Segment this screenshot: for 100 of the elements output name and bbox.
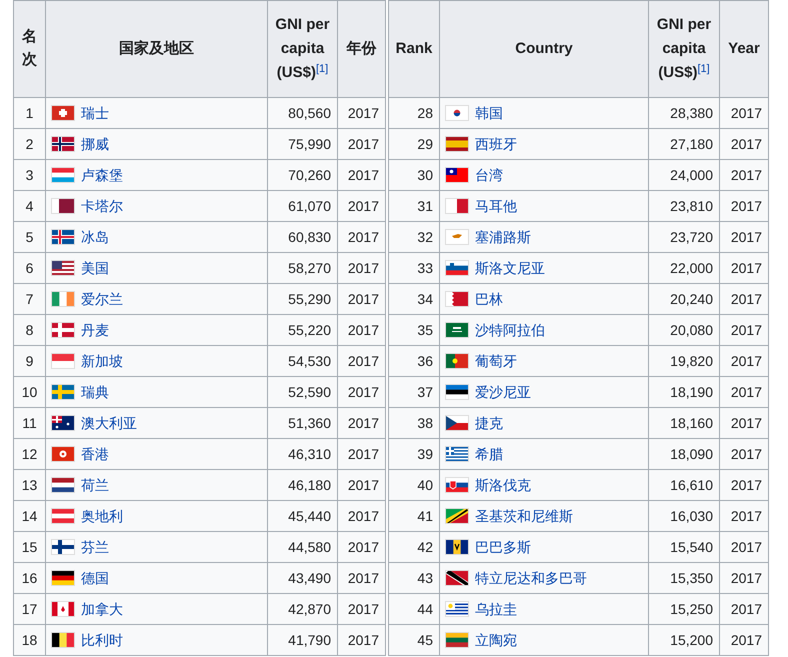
flag-icon <box>446 199 468 213</box>
flag-icon <box>446 416 468 430</box>
table-cell: 18,190 <box>648 376 720 408</box>
table-cell: 36 <box>388 346 440 376</box>
table-cell: 2017 <box>338 128 386 160</box>
country-link[interactable]: 葡萄牙 <box>475 350 517 372</box>
table-cell: 4 <box>14 190 46 222</box>
table-cell: 15,350 <box>648 562 720 594</box>
country-link[interactable]: 德国 <box>81 568 109 588</box>
table-cell: 55,290 <box>268 284 338 314</box>
table-cell: 2017 <box>338 532 386 562</box>
table-cell: 27,180 <box>648 128 720 160</box>
table-cell: 2017 <box>338 500 386 532</box>
column-header: Rank <box>388 0 440 98</box>
country-link[interactable]: 台湾 <box>475 164 503 186</box>
table-cell: 15,250 <box>648 594 720 624</box>
table-cell: 37 <box>388 376 440 408</box>
table-cell: 2017 <box>720 160 768 190</box>
table-cell: 2017 <box>338 346 386 376</box>
country-link[interactable]: 马耳他 <box>475 196 517 216</box>
table-cell: 2017 <box>338 222 386 252</box>
country-link[interactable]: 巴林 <box>475 288 503 310</box>
table-cell: 2017 <box>338 408 386 438</box>
table-cell: 18 <box>14 624 46 656</box>
country-link[interactable]: 新加坡 <box>81 350 123 372</box>
table-cell: 41 <box>388 500 440 532</box>
country-link[interactable]: 斯洛伐克 <box>475 474 531 496</box>
country-link[interactable]: 荷兰 <box>81 474 109 496</box>
country-link[interactable]: 香港 <box>81 444 109 464</box>
country-link[interactable]: 冰岛 <box>81 226 109 248</box>
table-cell: 44 <box>388 594 440 624</box>
column-header: 名次 <box>22 27 37 70</box>
country-link[interactable]: 卡塔尔 <box>81 196 123 216</box>
column-header: GNI per capita (US$)$^{[1]}$ <box>648 0 720 98</box>
table-cell: 8 <box>14 314 46 346</box>
country-link[interactable]: 瑞士 <box>81 102 109 124</box>
table-cell: 2017 <box>720 376 768 408</box>
table-cell: 18,090 <box>648 438 720 470</box>
country-link[interactable]: 巴巴多斯 <box>475 536 531 558</box>
column-header: GNI per capita (US$)$^{[1]}$ <box>268 0 338 98</box>
table-cell: 5 <box>14 222 46 252</box>
table-cell: 1 <box>14 98 46 128</box>
table-cell: 19,820 <box>648 346 720 376</box>
table-cell: 20,240 <box>648 284 720 314</box>
table-cell: 41,790 <box>268 624 338 656</box>
table-cell: 23,720 <box>648 222 720 252</box>
country-link[interactable]: 卢森堡 <box>81 164 123 186</box>
table-cell: 2017 <box>338 594 386 624</box>
country-link[interactable]: 西班牙 <box>475 134 517 154</box>
country-link[interactable]: 瑞典 <box>81 382 109 402</box>
table-cell: 34 <box>388 284 440 314</box>
table-cell: 43,490 <box>268 562 338 594</box>
flag-icon <box>52 416 74 430</box>
country-link[interactable]: 捷克 <box>475 412 503 434</box>
flag-icon <box>52 540 74 554</box>
country-link[interactable]: 爱沙尼亚 <box>475 382 531 402</box>
country-link[interactable]: 澳大利亚 <box>81 412 137 434</box>
table-cell: 60,830 <box>268 222 338 252</box>
country-link[interactable]: 加拿大 <box>81 598 123 620</box>
flag-icon <box>52 230 74 244</box>
table-cell: 2017 <box>720 562 768 594</box>
country-link[interactable]: 芬兰 <box>81 536 109 558</box>
table-cell: 70,260 <box>268 160 338 190</box>
country-link[interactable]: 爱尔兰 <box>81 288 123 310</box>
table-cell: 16,610 <box>648 470 720 500</box>
country-link[interactable]: 立陶宛 <box>475 630 517 650</box>
flag-icon <box>52 478 74 492</box>
flag-icon <box>52 137 74 151</box>
table-cell: 31 <box>388 190 440 222</box>
country-link[interactable]: 希腊 <box>475 444 503 464</box>
table-cell: 80,560 <box>268 98 338 128</box>
table-cell: 33 <box>388 252 440 284</box>
flag-icon <box>52 168 74 182</box>
table-cell: 2017 <box>338 252 386 284</box>
table-cell: 54,530 <box>268 346 338 376</box>
flag-icon <box>446 633 468 647</box>
table-cell: 42,870 <box>268 594 338 624</box>
table-cell: 2017 <box>338 190 386 222</box>
country-link[interactable]: 丹麦 <box>81 320 109 340</box>
flag-icon <box>52 509 74 523</box>
table-cell: 14 <box>14 500 46 532</box>
country-link[interactable]: 韩国 <box>475 102 503 124</box>
flag-icon <box>446 354 468 368</box>
flag-icon <box>52 199 74 213</box>
table-cell: 2017 <box>720 594 768 624</box>
country-link[interactable]: 比利时 <box>81 630 123 650</box>
country-link[interactable]: 挪威 <box>81 134 109 154</box>
flag-icon <box>52 354 74 368</box>
flag-icon <box>52 602 74 616</box>
country-link[interactable]: 美国 <box>81 258 109 278</box>
country-link[interactable]: 塞浦路斯 <box>475 226 531 248</box>
country-link[interactable]: 乌拉圭 <box>475 598 517 620</box>
table-cell: 6 <box>14 252 46 284</box>
table-cell: 39 <box>388 438 440 470</box>
table-cell: 2017 <box>338 284 386 314</box>
table-cell: 2017 <box>338 438 386 470</box>
table-cell: 2017 <box>720 314 768 346</box>
country-link[interactable]: 奥地利 <box>81 506 123 526</box>
table-cell: 9 <box>14 346 46 376</box>
table-cell: 2 <box>14 128 46 160</box>
